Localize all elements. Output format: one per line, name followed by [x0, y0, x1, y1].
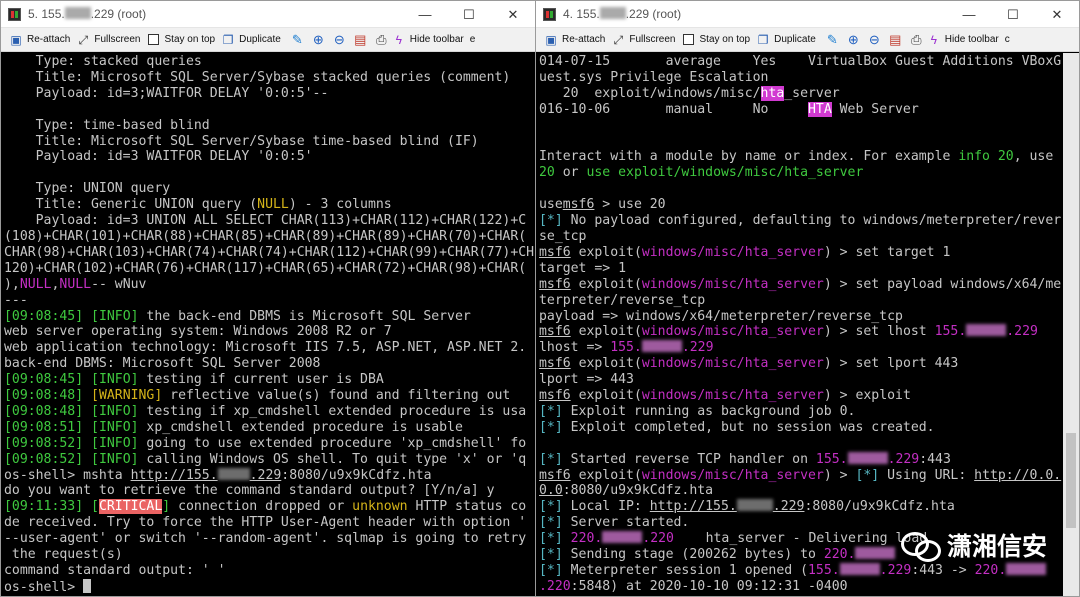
reattach-button[interactable]: ▣ Re-attach — [9, 33, 70, 47]
reattach-button[interactable]: ▣ Re-attach — [544, 33, 605, 47]
maximize-button[interactable]: ☐ — [991, 1, 1035, 28]
duplicate-button[interactable]: ❐ Duplicate — [221, 33, 281, 47]
reattach-icon: ▣ — [10, 32, 22, 47]
lightning-icon: ϟ — [395, 32, 402, 47]
duplicate-icon: ❐ — [757, 32, 769, 47]
edit-icon[interactable]: ✎ — [287, 31, 308, 49]
right-terminal-window[interactable]: 4. 155. .229 (root) — ☐ ✕ ▣ Re-attach ⤢ Ful… — [535, 0, 1080, 597]
terminal-app-icon — [8, 8, 21, 21]
terminal-app-icon — [543, 8, 556, 21]
fullscreen-icon: ⤢ — [613, 32, 624, 47]
duplicate-icon: ❐ — [222, 32, 234, 47]
left-terminal-window[interactable]: 5. 155. .229 (root) — ☐ ✕ ▣ Re-attach ⤢ Ful… — [0, 0, 536, 597]
zoom-out-icon[interactable]: ⊖ — [864, 31, 885, 49]
fullscreen-icon: ⤢ — [78, 32, 89, 47]
fullscreen-button[interactable]: ⤢ Fullscreen — [611, 32, 676, 47]
print-icon[interactable]: ⎙ — [371, 31, 392, 49]
zoom-in-icon[interactable]: ⊕ — [843, 31, 864, 49]
edit-icon[interactable]: ✎ — [822, 31, 843, 49]
zoom-in-icon[interactable]: ⊕ — [308, 31, 329, 49]
close-button[interactable]: ✕ — [1035, 1, 1079, 28]
print-icon[interactable]: ⎙ — [906, 31, 927, 49]
reattach-icon: ▣ — [545, 32, 557, 47]
fullscreen-button[interactable]: ⤢ Fullscreen — [76, 32, 141, 47]
maximize-button[interactable]: ☐ — [447, 1, 491, 28]
vertical-scrollbar[interactable] — [1063, 53, 1079, 596]
stay-on-top-button[interactable]: Stay on top — [147, 33, 215, 47]
terminal-output[interactable]: 014-07-15 average Yes VirtualBox Guest A… — [536, 53, 1063, 596]
terminal-cursor — [83, 578, 92, 593]
lightning-icon: ϟ — [930, 32, 937, 47]
duplicate-button[interactable]: ❐ Duplicate — [756, 33, 816, 47]
zoom-out-icon[interactable]: ⊖ — [329, 31, 350, 49]
window-title: 5. 155. .229 (root) — [28, 7, 147, 21]
title-bar[interactable]: 4. 155. .229 (root) — ☐ ✕ — [536, 1, 1079, 28]
window-title: 4. 155. .229 (root) — [563, 7, 682, 21]
hide-toolbar-button[interactable]: ϟ Hide toolbar — [927, 33, 999, 47]
minimize-button[interactable]: — — [403, 1, 447, 28]
watermark: 潇湘信安 — [900, 527, 1047, 563]
wechat-logo-icon — [900, 530, 941, 562]
terminal-output[interactable]: Type: stacked queries Title: Microsoft S… — [1, 53, 535, 596]
minimize-button[interactable]: — — [947, 1, 991, 28]
save-icon[interactable]: ▤ — [885, 31, 906, 49]
stay-on-top-button[interactable]: Stay on top — [682, 33, 750, 47]
title-bar[interactable]: 5. 155. .229 (root) — ☐ ✕ — [1, 1, 535, 28]
stay-on-top-icon — [147, 33, 161, 47]
stay-on-top-icon — [682, 33, 696, 47]
toolbar: ▣ Re-attach ⤢ Fullscreen Stay on top ❐ Dupl… — [1, 28, 535, 52]
close-button[interactable]: ✕ — [491, 1, 535, 28]
toolbar-overflow[interactable]: e — [470, 34, 476, 45]
save-icon[interactable]: ▤ — [350, 31, 371, 49]
scrollbar-thumb[interactable] — [1066, 433, 1076, 528]
hide-toolbar-button[interactable]: ϟ Hide toolbar — [392, 33, 464, 47]
toolbar: ▣ Re-attach ⤢ Fullscreen Stay on top ❐ Dupl… — [536, 28, 1079, 52]
toolbar-overflow[interactable]: c — [1005, 34, 1010, 45]
